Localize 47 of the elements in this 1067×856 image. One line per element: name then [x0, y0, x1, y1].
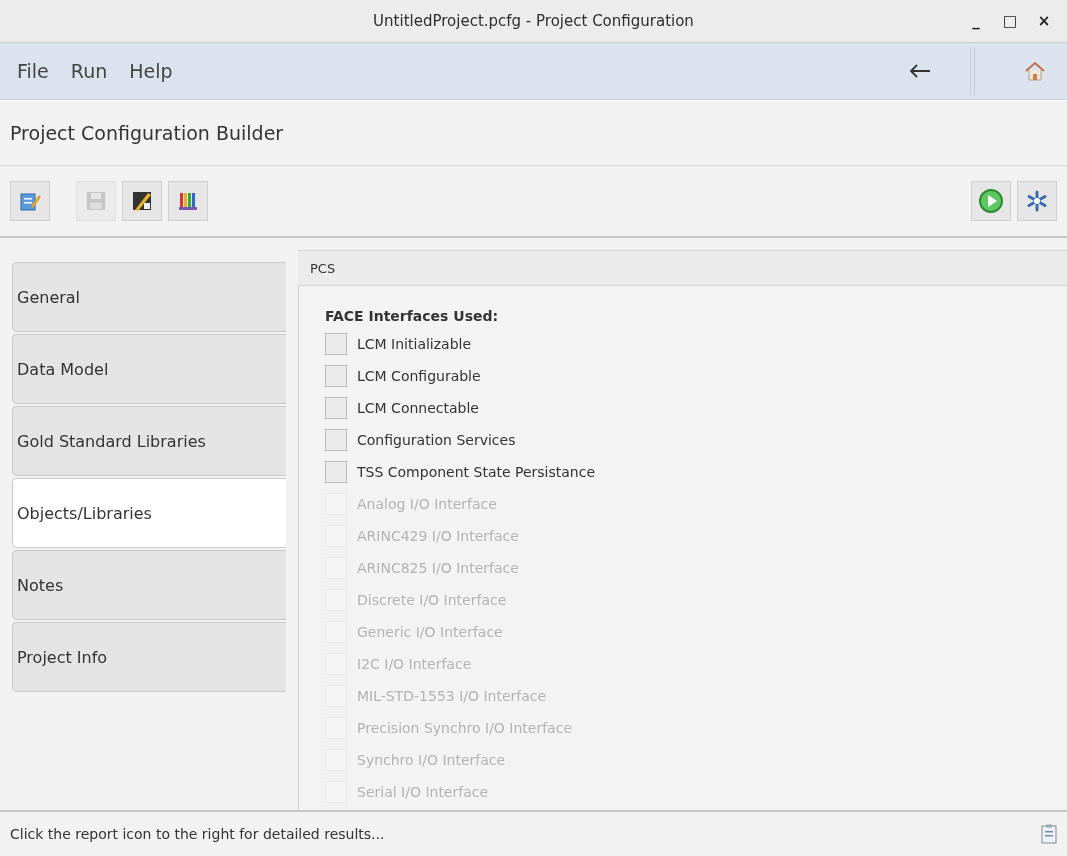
menu-item[interactable]: Run: [63, 56, 115, 86]
bars-icon: [177, 190, 199, 212]
close-button[interactable]: ×: [1029, 8, 1059, 34]
checkbox-label: LCM Connectable: [357, 400, 479, 416]
side-tab[interactable]: Gold Standard Libraries: [12, 406, 286, 476]
menu-item[interactable]: File: [10, 56, 56, 86]
checkbox[interactable]: [325, 461, 347, 483]
checkbox[interactable]: [325, 397, 347, 419]
side-tab[interactable]: Project Info: [12, 622, 286, 692]
checkbox[interactable]: [325, 333, 347, 355]
side-tab[interactable]: Data Model: [12, 334, 286, 404]
checkbox-label: Analog I/O Interface: [357, 496, 497, 512]
checkbox-label: ARINC429 I/O Interface: [357, 528, 519, 544]
side-tab[interactable]: Notes: [12, 550, 286, 620]
chart-pencil-icon: [131, 190, 153, 212]
menu-item[interactable]: Help: [122, 56, 180, 86]
checkbox-label: LCM Configurable: [357, 368, 481, 384]
save-icon: [85, 190, 107, 212]
section-heading: FACE Interfaces Used:: [325, 308, 500, 324]
checkbox-label: I2C I/O Interface: [357, 656, 472, 672]
checkbox-label: MIL-STD-1553 I/O Interface: [357, 688, 547, 704]
edit-icon: [19, 190, 41, 212]
home-icon: [1024, 61, 1046, 81]
checkbox-label: ARINC825 I/O Interface: [357, 560, 519, 576]
page-heading: Project Configuration Builder: [10, 122, 284, 144]
checkbox-label: Synchro I/O Interface: [357, 752, 506, 768]
window-title: UntitledProject.pcfg - Project Configuration: [373, 12, 694, 30]
minimize-button[interactable]: _: [961, 8, 991, 34]
report-icon[interactable]: [1041, 824, 1057, 844]
checkbox-label: Configuration Services: [357, 432, 516, 448]
checkbox-label: TSS Component State Persistance: [357, 464, 596, 480]
maximize-button[interactable]: □: [995, 8, 1025, 34]
panel-title: PCS: [310, 260, 336, 276]
checkbox-label: Discrete I/O Interface: [357, 592, 507, 608]
checkbox-label: Generic I/O Interface: [357, 624, 503, 640]
play-icon: [978, 188, 1004, 214]
checkbox-label: Precision Synchro I/O Interface: [357, 720, 572, 736]
toolbar-button[interactable]: [122, 181, 162, 221]
checkbox[interactable]: [325, 429, 347, 451]
checkbox-label: LCM Initializable: [357, 336, 472, 352]
checkbox[interactable]: [325, 365, 347, 387]
side-tab[interactable]: General: [12, 262, 286, 332]
side-tab[interactable]: Objects/Libraries: [12, 478, 286, 548]
status-text: Click the report icon to the right for detailed results...: [10, 826, 386, 842]
back-arrow-icon: [909, 64, 931, 78]
checkbox-label: Serial I/O Interface: [357, 784, 489, 800]
snowflake-icon: [1026, 190, 1048, 212]
